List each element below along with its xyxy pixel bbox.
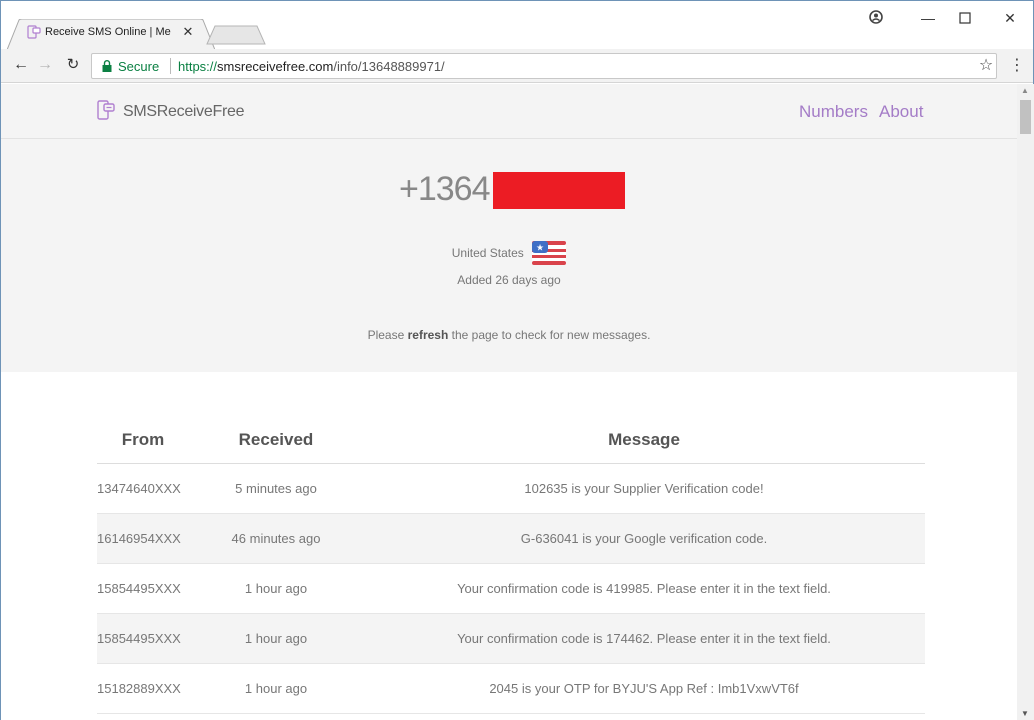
nav-numbers-link[interactable]: Numbers bbox=[799, 102, 868, 122]
secure-label: Secure bbox=[118, 59, 160, 74]
profile-icon[interactable] bbox=[865, 7, 887, 29]
close-window-button[interactable]: ✕ bbox=[999, 7, 1021, 29]
refresh-note-bold: refresh bbox=[407, 328, 449, 342]
header-message: Message bbox=[363, 417, 925, 464]
site-header: SMSReceiveFree Numbers About bbox=[1, 84, 1017, 139]
maximize-button[interactable] bbox=[954, 7, 976, 29]
header-from: From bbox=[97, 417, 189, 464]
address-bar[interactable]: Secure https://smsreceivefree.com/info/1… bbox=[91, 53, 997, 79]
table-row: 16146954XXX 46 minutes ago G-636041 is y… bbox=[97, 513, 925, 564]
phone-number: +1364 bbox=[399, 170, 490, 208]
table-row: 15854495XXX 1 hour ago Your confirmation… bbox=[97, 613, 925, 664]
bookmark-star-icon[interactable]: ☆ bbox=[977, 57, 995, 75]
tab-close-icon[interactable]: ✕ bbox=[181, 25, 195, 39]
scroll-thumb[interactable] bbox=[1020, 100, 1031, 134]
reload-icon[interactable]: ↻ bbox=[63, 55, 83, 75]
refresh-note-post: the page to check for new messages. bbox=[448, 328, 651, 342]
url-scheme: https:// bbox=[178, 59, 218, 74]
browser-menu-icon[interactable]: ⋮ bbox=[1009, 56, 1025, 76]
phone-sms-logo-icon[interactable] bbox=[97, 100, 115, 120]
browser-toolbar: ← → ↻ Secure https://smsreceivefree.com/… bbox=[1, 49, 1033, 83]
title-bar: Receive SMS Online | Me ✕ — ✕ bbox=[1, 1, 1033, 50]
row-message: Your confirmation code is 419985. Please… bbox=[363, 563, 925, 614]
messages-table: From Received Message 13474640XXX 5 minu… bbox=[97, 417, 925, 714]
vertical-scrollbar[interactable]: ▲ ▼ bbox=[1017, 84, 1034, 720]
table-row: 15854495XXX 1 hour ago Your confirmation… bbox=[97, 563, 925, 614]
row-from: 13474640XXX bbox=[97, 463, 189, 514]
row-from: 16146954XXX bbox=[97, 513, 189, 564]
table-row: 13474640XXX 5 minutes ago 102635 is your… bbox=[97, 463, 925, 514]
row-received: 1 hour ago bbox=[189, 663, 363, 714]
table-row: 15182889XXX 1 hour ago 2045 is your OTP … bbox=[97, 663, 925, 714]
refresh-note: Please refresh the page to check for new… bbox=[1, 328, 1017, 342]
url-path: /info/13648889971/ bbox=[333, 59, 445, 74]
nav-about-link[interactable]: About bbox=[879, 102, 923, 122]
row-message: 102635 is your Supplier Verification cod… bbox=[363, 463, 925, 514]
phone-number-wrap: +1364 bbox=[399, 170, 490, 210]
row-message: G-636041 is your Google verification cod… bbox=[363, 513, 925, 564]
refresh-note-pre: Please bbox=[367, 328, 408, 342]
added-date: Added 26 days ago bbox=[457, 273, 561, 287]
url-text[interactable]: https://smsreceivefree.com/info/13648889… bbox=[178, 59, 445, 74]
row-received: 46 minutes ago bbox=[189, 513, 363, 564]
scroll-down-arrow-icon[interactable]: ▼ bbox=[1021, 709, 1029, 718]
sms-favicon-icon bbox=[27, 25, 41, 39]
row-message: Your confirmation code is 174462. Please… bbox=[363, 613, 925, 664]
row-from: 15854495XXX bbox=[97, 563, 189, 614]
row-received: 5 minutes ago bbox=[189, 463, 363, 514]
url-host: smsreceivefree.com bbox=[217, 59, 334, 74]
back-arrow-icon[interactable]: ← bbox=[11, 55, 31, 75]
tab-title: Receive SMS Online | Me bbox=[45, 26, 171, 38]
lock-icon bbox=[102, 60, 112, 72]
row-message: 2045 is your OTP for BYJU'S App Ref : Im… bbox=[363, 663, 925, 714]
scroll-up-arrow-icon[interactable]: ▲ bbox=[1021, 86, 1029, 95]
svg-text:★: ★ bbox=[536, 244, 544, 254]
row-received: 1 hour ago bbox=[189, 563, 363, 614]
url-separator bbox=[170, 58, 171, 74]
row-received: 1 hour ago bbox=[189, 613, 363, 664]
browser-window: Receive SMS Online | Me ✕ — ✕ ← → ↻ Secu… bbox=[0, 0, 1034, 720]
site-brand[interactable]: SMSReceiveFree bbox=[123, 103, 244, 121]
country-name: United States bbox=[451, 246, 524, 260]
minimize-button[interactable]: — bbox=[917, 7, 939, 29]
number-hero: SMSReceiveFree Numbers About +1364 Unite… bbox=[1, 84, 1017, 372]
header-received: Received bbox=[189, 417, 363, 464]
new-tab-button[interactable] bbox=[205, 25, 269, 45]
row-from: 15182889XXX bbox=[97, 663, 189, 714]
country-row: United States ★ bbox=[1, 241, 1017, 269]
redaction-box bbox=[493, 172, 625, 209]
row-from: 15854495XXX bbox=[97, 613, 189, 664]
table-header-row: From Received Message bbox=[97, 417, 925, 464]
page-viewport: SMSReceiveFree Numbers About +1364 Unite… bbox=[1, 84, 1017, 720]
forward-arrow-icon[interactable]: → bbox=[35, 55, 55, 75]
us-flag-icon: ★ bbox=[532, 241, 567, 265]
